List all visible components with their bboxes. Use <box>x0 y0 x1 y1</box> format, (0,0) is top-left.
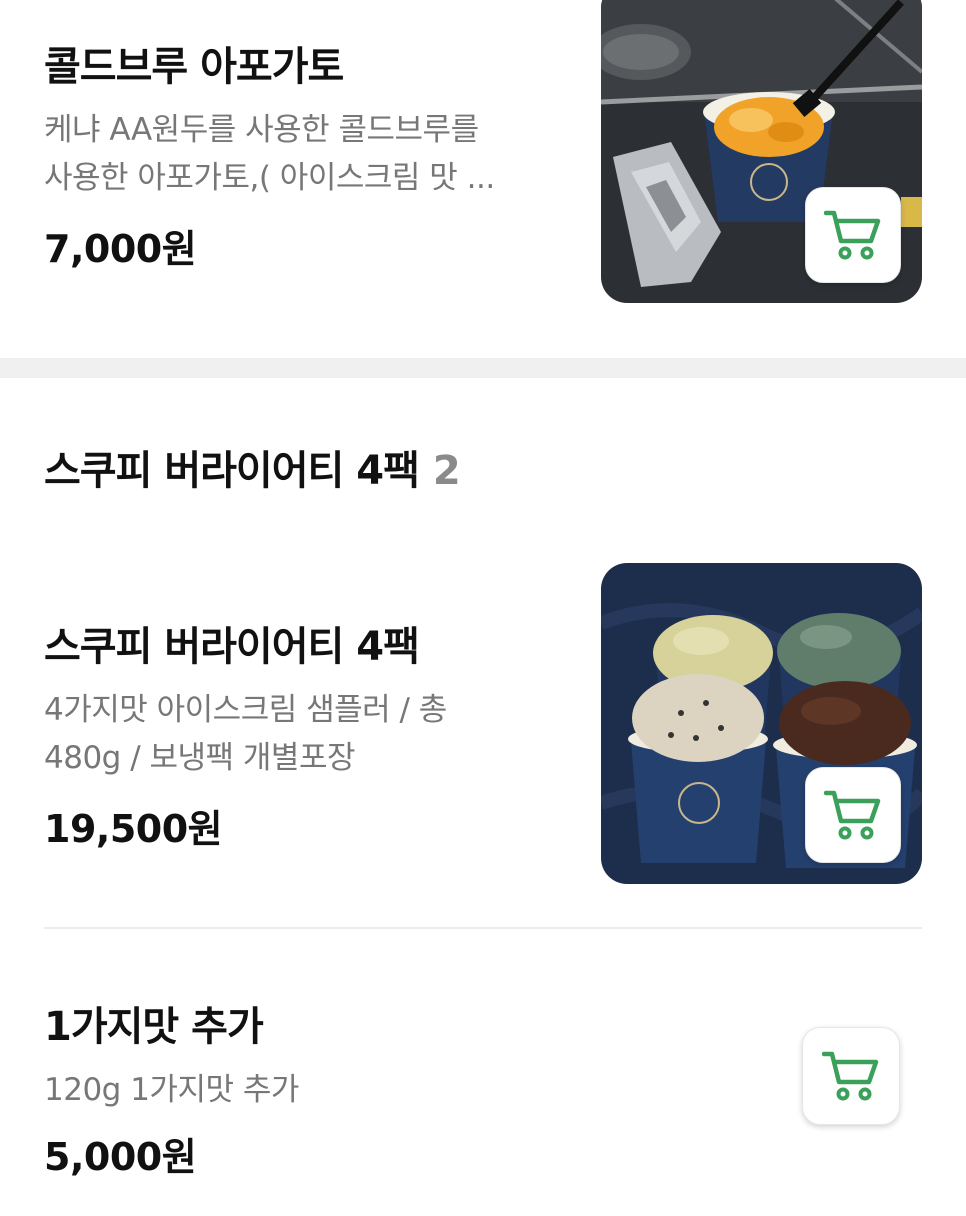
menu-item-description-line: 4가지맛 아이스크림 샘플러 / 총 <box>44 692 447 728</box>
menu-item-variety-pack[interactable]: 스쿠피 버라이어티 4팩 4가지맛 아이스크림 샘플러 / 총 480g / 보… <box>0 540 966 927</box>
menu-item-add-flavor[interactable]: 1가지맛 추가 120g 1가지맛 추가 5,000원 <box>0 930 966 1216</box>
menu-item-price: 5,000원 <box>44 1135 197 1179</box>
menu-item-description-line: 480g / 보냉팩 개별포장 <box>44 740 356 776</box>
row-divider <box>44 927 922 929</box>
menu-item-affogato[interactable]: 콜드브루 아포가토 케냐 AA원두를 사용한 콜드브루를 사용한 아포가토,( … <box>0 0 966 358</box>
menu-item-price: 19,500원 <box>44 807 223 851</box>
add-to-cart-button[interactable] <box>802 1027 900 1125</box>
add-to-cart-button[interactable] <box>805 187 901 283</box>
menu-item-description: 케냐 AA원두를 사용한 콜드브루를 사용한 아포가토,( 아이스크림 맛 ..… <box>44 106 544 202</box>
menu-item-description-line: 케냐 AA원두를 사용한 콜드브루를 <box>44 112 479 148</box>
menu-item-name: 스쿠피 버라이어티 4팩 <box>44 624 420 670</box>
menu-item-description: 4가지맛 아이스크림 샘플러 / 총 480g / 보냉팩 개별포장 <box>44 686 544 782</box>
menu-item-description-line: 사용한 아포가토,( 아이스크림 맛 ... <box>44 160 495 196</box>
menu-item-description: 120g 1가지맛 추가 <box>44 1066 544 1114</box>
section-title: 스쿠피 버라이어티 4팩 2 <box>44 438 461 496</box>
menu-item-name: 1가지맛 추가 <box>44 1004 264 1050</box>
menu-item-price: 7,000원 <box>44 227 197 271</box>
add-to-cart-button[interactable] <box>805 767 901 863</box>
menu-item-name: 콜드브루 아포가토 <box>44 44 344 90</box>
section-item-count: 2 <box>432 448 461 494</box>
shopping-cart-icon <box>824 210 881 260</box>
shopping-cart-icon <box>822 1051 879 1101</box>
section-title-text: 스쿠피 버라이어티 4팩 <box>44 448 420 494</box>
shopping-cart-icon <box>824 790 881 840</box>
section-divider <box>0 358 966 378</box>
menu-item-description-line: 120g 1가지맛 추가 <box>44 1072 299 1108</box>
